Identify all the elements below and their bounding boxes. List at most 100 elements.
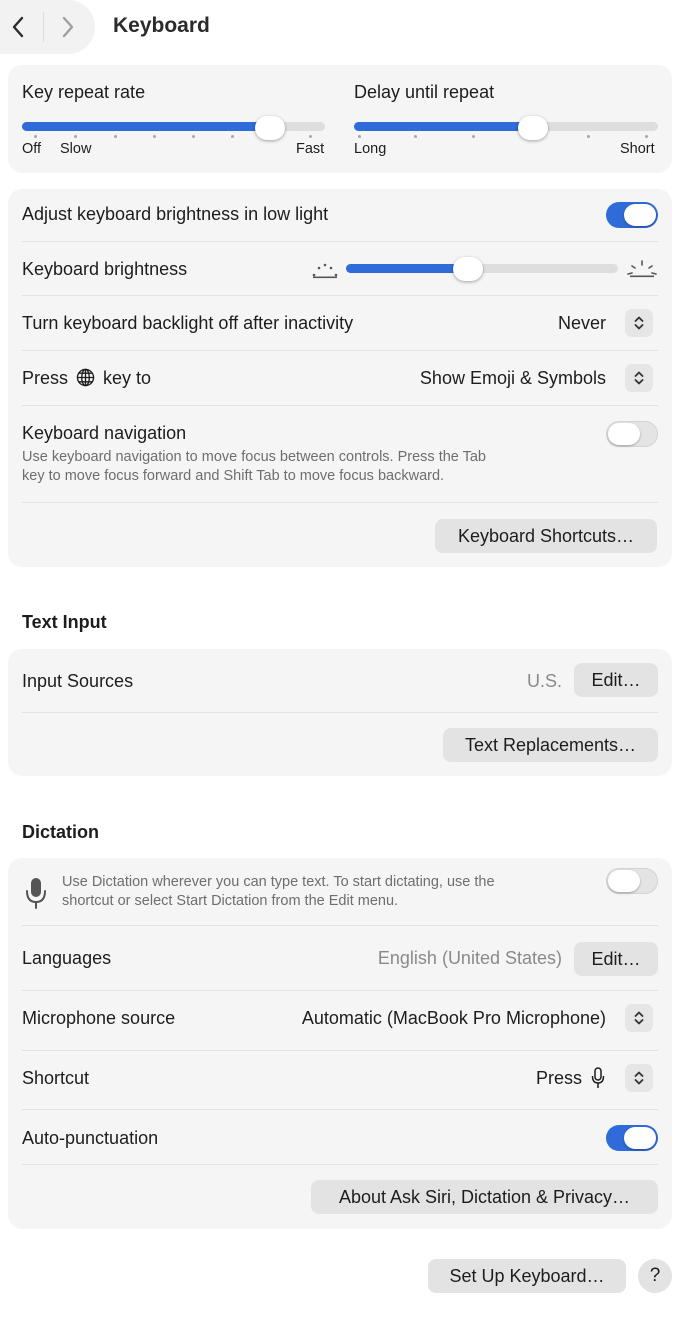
auto-punctuation-label: Auto-punctuation xyxy=(22,1128,159,1148)
slider-tick xyxy=(153,135,156,138)
dictation-privacy-button[interactable]: About Ask Siri, Dictation & Privacy… xyxy=(311,1180,658,1214)
auto-punctuation-toggle[interactable] xyxy=(606,1125,658,1151)
text-input-card: Input Sources U.S. Edit… Text Replacemen… xyxy=(8,649,672,776)
press-key-label: Press key to xyxy=(22,368,151,389)
toggle-knob xyxy=(608,423,640,445)
shortcut-label: Shortcut xyxy=(22,1068,90,1088)
row-divider xyxy=(22,405,658,406)
row-divider xyxy=(22,925,658,926)
text-input-section-title: Text Input xyxy=(22,612,107,632)
row-divider xyxy=(22,241,658,242)
languages-value: English (United States) xyxy=(377,948,562,968)
press-key-value[interactable]: Show Emoji & Symbols xyxy=(420,368,606,389)
microphone-icon xyxy=(26,878,46,909)
adjust-brightness-label: Adjust keyboard brightness in low light xyxy=(22,204,329,224)
input-sources-label: Input Sources xyxy=(22,671,134,691)
languages-label: Languages xyxy=(22,948,112,968)
dictation-intro-line2: shortcut or select Start Dictation from … xyxy=(62,893,399,909)
row-divider xyxy=(22,1050,658,1051)
dictation-intro-line1: Use Dictation wherever you can type text… xyxy=(62,874,495,890)
press-key-label-before: Press xyxy=(22,368,69,388)
key-repeat-card: Key repeat rate Delay until repeat Off S… xyxy=(8,65,672,173)
toggle-knob xyxy=(624,1127,656,1149)
key-repeat-rate-slider[interactable] xyxy=(22,116,325,140)
slider-tick xyxy=(472,135,475,138)
delay-until-repeat-label: Delay until repeat xyxy=(354,82,495,102)
row-divider xyxy=(22,502,658,503)
set-up-keyboard-button[interactable]: Set Up Keyboard… xyxy=(428,1259,626,1293)
slider-caption-off: Off xyxy=(22,141,42,157)
slider-tick xyxy=(114,135,117,138)
keyboard-settings-card: Adjust keyboard brightness in low light … xyxy=(8,189,672,567)
delay-until-repeat-slider[interactable] xyxy=(354,116,658,140)
slider-track xyxy=(354,122,658,131)
row-divider xyxy=(22,295,658,296)
slider-fill xyxy=(22,122,271,131)
row-divider xyxy=(22,1109,658,1110)
row-divider xyxy=(22,1164,658,1165)
page-title: Keyboard xyxy=(113,14,210,37)
backlight-off-value[interactable]: Never xyxy=(558,313,606,334)
keyboard-navigation-description-line2: key to move focus forward and Shift Tab … xyxy=(22,468,445,484)
key-repeat-rate-label: Key repeat rate xyxy=(22,82,146,102)
slider-tick xyxy=(309,135,312,138)
dictation-card: Use Dictation wherever you can type text… xyxy=(8,858,672,1229)
press-key-stepper[interactable] xyxy=(625,364,653,392)
microphone-source-stepper[interactable] xyxy=(625,1004,653,1032)
navigation-buttons xyxy=(0,0,95,54)
slider-caption-short: Short xyxy=(620,141,655,157)
slider-knob[interactable] xyxy=(453,257,484,281)
row-divider xyxy=(22,712,658,713)
backlight-off-label: Turn keyboard backlight off after inacti… xyxy=(22,313,354,333)
input-sources-value: U.S. xyxy=(526,671,562,691)
row-divider xyxy=(22,350,658,351)
slider-tick xyxy=(192,135,195,138)
text-replacements-button[interactable]: Text Replacements… xyxy=(443,728,658,762)
up-down-chevron-icon xyxy=(634,371,644,385)
keyboard-navigation-toggle[interactable] xyxy=(606,421,658,447)
press-key-label-after: key to xyxy=(103,368,152,388)
backlight-off-stepper[interactable] xyxy=(625,309,653,337)
help-button[interactable]: ? xyxy=(638,1259,672,1293)
microphone-key-icon xyxy=(591,1067,605,1088)
keyboard-navigation-label: Keyboard navigation xyxy=(22,423,187,443)
keyboard-shortcuts-button[interactable]: Keyboard Shortcuts… xyxy=(435,519,657,553)
slider-fill xyxy=(354,122,534,131)
toggle-knob xyxy=(624,204,656,226)
chevron-left-icon xyxy=(12,16,24,38)
forward-button[interactable] xyxy=(53,12,83,42)
slider-tick xyxy=(587,135,590,138)
nav-divider xyxy=(43,12,44,42)
languages-edit-button[interactable]: Edit… xyxy=(574,942,658,976)
slider-knob[interactable] xyxy=(518,116,549,140)
up-down-chevron-icon xyxy=(634,1071,644,1085)
keyboard-navigation-description-line1: Use keyboard navigation to move focus be… xyxy=(22,449,486,465)
slider-caption-slow: Slow xyxy=(60,141,92,157)
chevron-right-icon xyxy=(62,16,74,38)
brightness-low-icon xyxy=(312,263,338,279)
globe-icon xyxy=(76,368,95,387)
slider-caption-long: Long xyxy=(354,141,387,157)
slider-tick xyxy=(358,135,361,138)
input-sources-edit-button[interactable]: Edit… xyxy=(574,663,658,697)
dictation-toggle[interactable] xyxy=(606,868,658,894)
slider-caption-fast: Fast xyxy=(296,141,325,157)
slider-tick xyxy=(74,135,77,138)
toggle-knob xyxy=(608,870,640,892)
row-divider xyxy=(22,990,658,991)
slider-tick xyxy=(414,135,417,138)
microphone-source-label: Microphone source xyxy=(22,1008,176,1028)
keyboard-brightness-slider[interactable] xyxy=(346,256,618,281)
keyboard-brightness-label: Keyboard brightness xyxy=(22,259,188,279)
slider-tick xyxy=(231,135,234,138)
dictation-section-title: Dictation xyxy=(22,822,100,842)
back-button[interactable] xyxy=(3,12,33,42)
slider-knob[interactable] xyxy=(255,116,286,140)
slider-tick xyxy=(645,135,648,138)
microphone-source-value[interactable]: Automatic (MacBook Pro Microphone) xyxy=(302,1008,606,1029)
up-down-chevron-icon xyxy=(634,1011,644,1025)
adjust-brightness-toggle[interactable] xyxy=(606,202,658,228)
shortcut-stepper[interactable] xyxy=(625,1064,653,1092)
shortcut-value[interactable]: Press xyxy=(536,1068,582,1089)
brightness-high-icon xyxy=(627,260,657,278)
